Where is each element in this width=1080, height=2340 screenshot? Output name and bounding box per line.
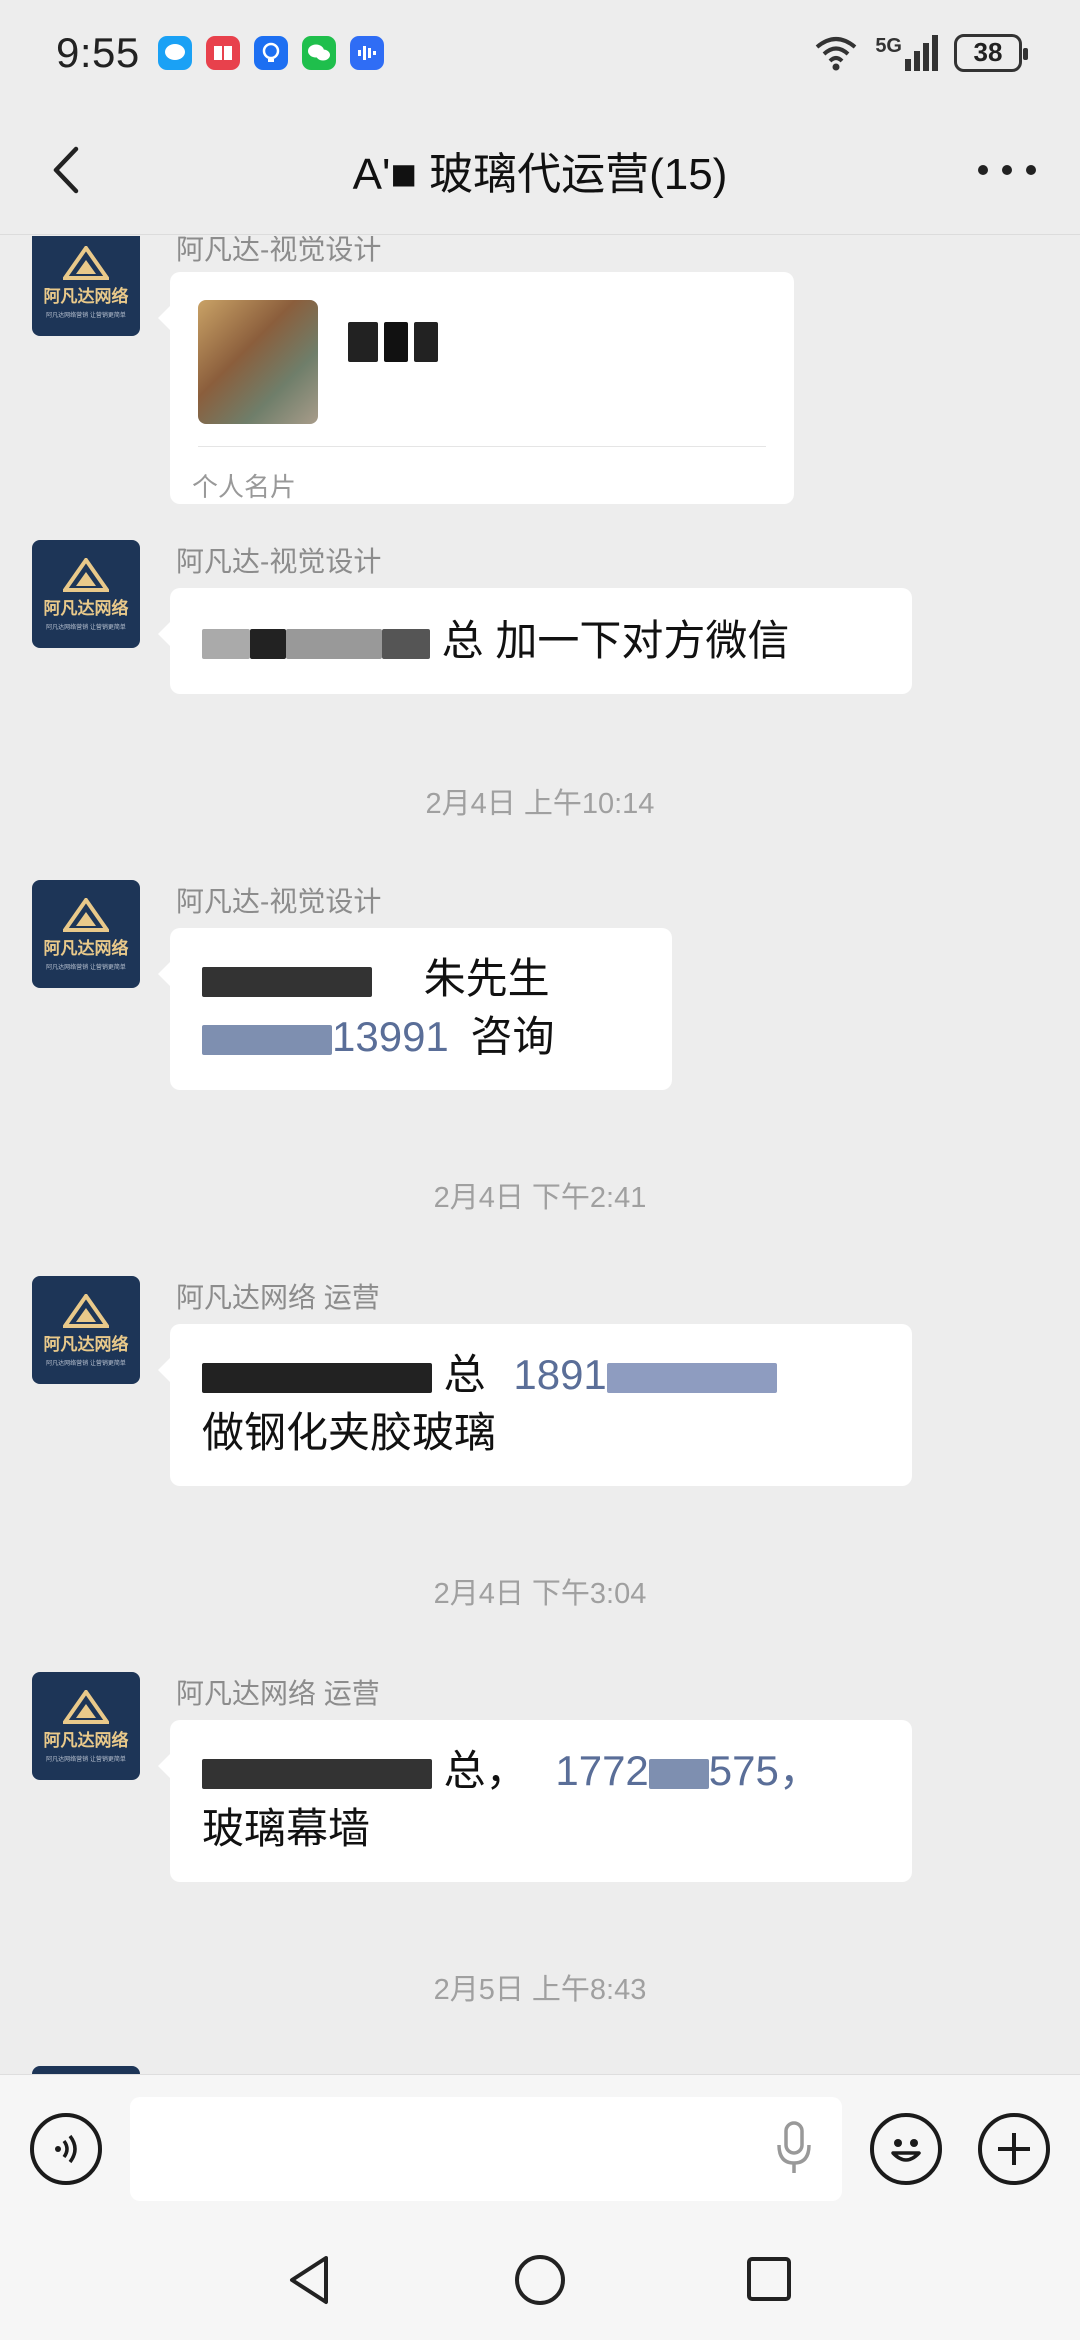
message-item: 阿凡达网络 阿凡达网络营销 让营销更简单 阿凡达-视觉设计 个人名片 (0, 236, 1080, 508)
chat-header: A'■ 玻璃代运营(15) (0, 105, 1080, 235)
chat-messages[interactable]: 阿凡达网络 阿凡达网络营销 让营销更简单 阿凡达-视觉设计 个人名片 阿凡达网络… (0, 236, 1080, 2074)
message-item: 阿凡达网络 阿凡达网络营销 让营销更简单 阿凡达网络 运营 总， 1772 575… (0, 1672, 1080, 1882)
sender-name: 阿凡达-视觉设计 (176, 546, 382, 577)
book-app-icon (205, 35, 240, 70)
avatar[interactable] (32, 2066, 140, 2074)
message-text: 做钢化夹胶玻璃 (202, 1409, 497, 1456)
contact-card-bubble[interactable]: 个人名片 (158, 272, 794, 504)
sender-name: 阿凡达网络 运营 (176, 1282, 380, 1313)
message-text: 总 加一下对方微信 (441, 617, 790, 664)
message-bubble[interactable]: 总， 1772 575， 玻璃幕墙 (158, 1720, 912, 1882)
plus-icon (998, 2133, 1030, 2165)
voice-app-icon (349, 35, 384, 70)
sender-name: 阿凡达网络 运营 (176, 1678, 380, 1709)
phone-number-link[interactable]: 1772 575， (555, 1747, 821, 1794)
message-item: 阿凡达网络 阿凡达网络营销 让营销更简单 阿凡达-视觉设计 总 加一下对方微信 (0, 540, 1080, 710)
phone-number-link[interactable]: 1891 (513, 1351, 777, 1398)
avatar[interactable]: 阿凡达网络 阿凡达网络营销 让营销更简单 (32, 1276, 140, 1384)
phone-number-link[interactable]: 13991 (202, 1013, 460, 1060)
microphone-icon[interactable] (774, 2119, 814, 2177)
redacted-text (202, 966, 372, 997)
message-text: 咨询 (470, 1013, 555, 1060)
sender-name: 阿凡达-视觉设计 (176, 886, 382, 917)
wifi-icon (816, 36, 857, 70)
message-item: 阿凡达网络 阿凡达网络营销 让营销更简单 阿凡达-视觉设计 朱先生 13991 … (0, 880, 1080, 1090)
status-time: 9:55 (56, 28, 140, 76)
avatar[interactable]: 阿凡达网络 阿凡达网络营销 让营销更简单 (32, 1672, 140, 1780)
lightbulb-app-icon (253, 35, 288, 70)
system-navigation-bar (0, 2220, 1080, 2340)
battery-level: 38 (973, 37, 1003, 67)
avatar[interactable]: 阿凡达网络 阿凡达网络营销 让营销更简单 (32, 236, 140, 336)
message-text: 朱先生 (423, 955, 550, 1002)
more-options-icon[interactable] (978, 161, 1036, 179)
avatar[interactable]: 阿凡达网络 阿凡达网络营销 让营销更简单 (32, 540, 140, 648)
card-name-redacted (348, 322, 438, 362)
message-bubble[interactable]: 总 1891 做钢化夹胶玻璃 (158, 1324, 912, 1486)
logo-icon (63, 245, 109, 280)
back-arrow-icon[interactable] (42, 143, 92, 197)
logo-icon (63, 557, 109, 592)
card-avatar-image (198, 300, 318, 424)
logo-icon (63, 897, 109, 932)
battery-icon: 38 (954, 33, 1028, 72)
emoji-button[interactable] (870, 2113, 942, 2185)
redacted-text (202, 617, 442, 664)
recent-apps-icon[interactable] (744, 2254, 794, 2304)
message-text: 总 (443, 1351, 486, 1398)
redacted-text (202, 1362, 432, 1393)
logo-icon (63, 1293, 109, 1328)
wechat-app-icon (301, 35, 336, 70)
avatar[interactable]: 阿凡达网络 阿凡达网络营销 让营销更简单 (32, 880, 140, 988)
logo-icon (63, 1689, 109, 1724)
timestamp: 2月5日 上午8:43 (433, 1974, 647, 2006)
redacted-text (202, 1758, 432, 1789)
voice-wave-icon (55, 2134, 77, 2164)
message-app-icon (157, 35, 192, 70)
timestamp: 2月4日 上午10:14 (425, 788, 655, 820)
network-type: 5G (875, 34, 902, 57)
cellular-signal-icon: 5G (875, 34, 938, 71)
voice-toggle-button[interactable] (30, 2113, 102, 2185)
timestamp: 2月4日 下午2:41 (433, 1182, 647, 1214)
sender-name: 阿凡达-视觉设计 (176, 236, 382, 265)
message-bubble[interactable]: 总 加一下对方微信 (158, 588, 912, 694)
add-more-button[interactable] (978, 2113, 1050, 2185)
message-text: 玻璃幕墙 (202, 1805, 371, 1852)
back-triangle-icon[interactable] (282, 2252, 336, 2308)
notification-icons (157, 35, 384, 70)
smiley-icon (891, 2139, 921, 2162)
card-label: 个人名片 (192, 472, 297, 502)
chat-title: A'■ 玻璃代运营(15) (352, 149, 728, 199)
input-bar (0, 2074, 1080, 2220)
message-input[interactable] (130, 2097, 842, 2201)
home-circle-icon[interactable] (512, 2252, 568, 2308)
timestamp: 2月4日 下午3:04 (433, 1578, 647, 1610)
status-bar: 9:55 5G 38 (0, 0, 1080, 105)
message-item: 阿凡达网络 阿凡达网络营销 让营销更简单 阿凡达网络 运营 总 1891 做钢化… (0, 1276, 1080, 1486)
message-text: 总， (443, 1747, 528, 1794)
status-indicators: 5G 38 (813, 33, 1028, 72)
message-bubble[interactable]: 朱先生 13991 咨询 (158, 928, 672, 1090)
